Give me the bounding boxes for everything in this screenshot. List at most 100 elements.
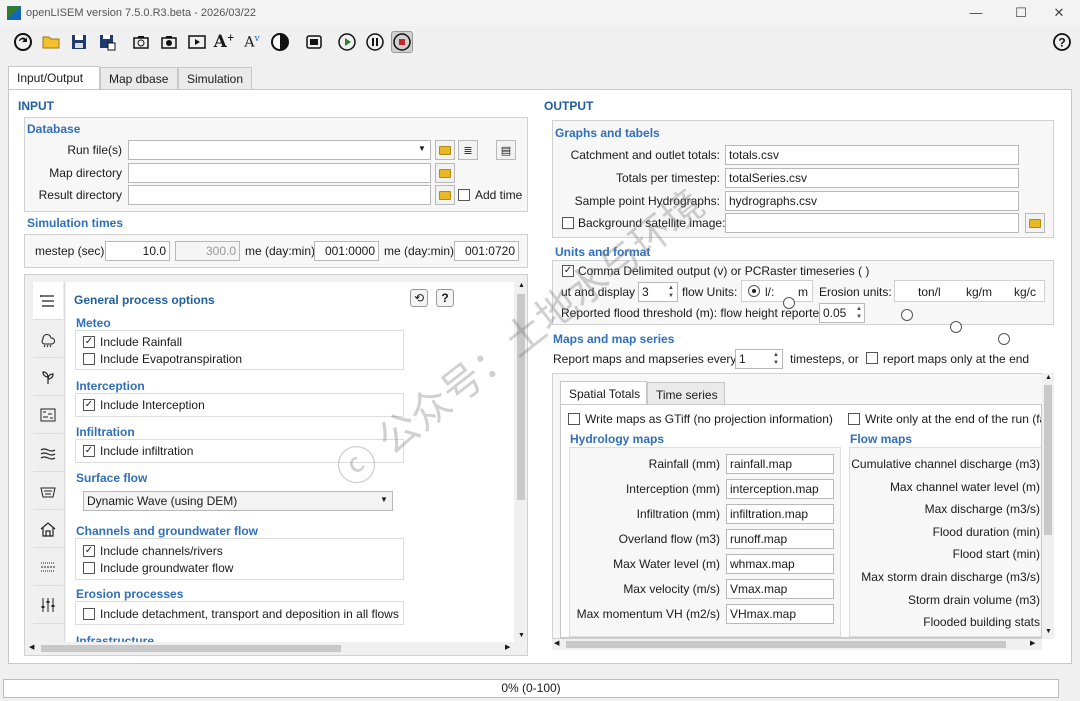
hydro-map-input[interactable]: rainfall.map <box>726 454 834 474</box>
run-file-folder-button[interactable] <box>435 140 455 160</box>
scroll-thumb[interactable] <box>517 294 525 500</box>
flow-map-label: Max storm drain discharge (m3/s) <box>861 570 1040 584</box>
chevron-down-icon[interactable]: ▼ <box>418 144 426 153</box>
font-larger-icon[interactable]: A+ <box>213 31 235 53</box>
map-directory-input[interactable] <box>128 163 431 183</box>
minimize-icon[interactable]: — <box>966 4 986 22</box>
scroll-right-icon[interactable]: ▶ <box>505 643 510 651</box>
end-run-checkbox[interactable] <box>848 413 860 425</box>
hydro-map-input[interactable]: interception.map <box>726 479 834 499</box>
result-directory-input[interactable] <box>128 185 431 205</box>
settings-sliders-icon[interactable] <box>33 586 63 624</box>
hydro-map-input[interactable]: VHmax.map <box>726 604 834 624</box>
scroll-up-icon[interactable]: ▲ <box>1045 374 1052 381</box>
tab-map-dbase[interactable]: Map dbase <box>100 67 178 89</box>
hydro-map-input[interactable]: whmax.map <box>726 554 834 574</box>
scroll-left-icon[interactable]: ◀ <box>29 643 34 651</box>
tab-spatial-totals[interactable]: Spatial Totals <box>560 381 647 405</box>
rain-icon[interactable] <box>33 320 63 358</box>
csv-checkbox[interactable]: ✓ <box>562 265 574 277</box>
maximize-icon[interactable]: ☐ <box>1011 4 1031 22</box>
screenshot-all-icon[interactable] <box>158 31 180 53</box>
run-files-combo[interactable] <box>128 140 431 160</box>
options-horizontal-scrollbar[interactable]: ◀ ▶ <box>27 643 515 654</box>
general-options-icon[interactable] <box>33 282 63 320</box>
chevron-down-icon[interactable]: ▼ <box>380 495 388 504</box>
gravel-icon[interactable] <box>33 548 63 586</box>
plant-icon[interactable] <box>33 358 63 396</box>
hydro-map-input[interactable]: runoff.map <box>726 529 834 549</box>
stop-icon[interactable] <box>391 31 413 53</box>
pause-icon[interactable] <box>364 31 386 53</box>
scroll-down-icon[interactable]: ▼ <box>1045 628 1052 635</box>
tab-time-series[interactable]: Time series <box>647 382 725 404</box>
gtiff-checkbox[interactable] <box>568 413 580 425</box>
scroll-up-icon[interactable]: ▲ <box>518 282 525 289</box>
hscroll-thumb[interactable] <box>566 641 1006 648</box>
help-icon[interactable]: ? <box>1051 31 1073 53</box>
tab-input-output[interactable]: Input/Output <box>8 66 100 90</box>
hydrology-maps-group: Rainfall (mm) rainfall.map Interception (m… <box>569 447 841 637</box>
rainfall-checkbox[interactable]: ✓ <box>83 336 95 348</box>
surface-flow-select[interactable]: Dynamic Wave (using DEM) <box>83 491 393 511</box>
sediment-basket-icon[interactable] <box>33 472 63 510</box>
flow-l-radio[interactable] <box>748 285 760 297</box>
channels-heading: Channels and groundwater flow <box>76 524 259 538</box>
screenshot-icon[interactable] <box>130 31 152 53</box>
infiltration-checkbox[interactable]: ✓ <box>83 445 95 457</box>
open-folder-icon[interactable] <box>40 31 62 53</box>
spin-arrows-icon[interactable]: ▲ ▼ <box>854 305 864 321</box>
dark-mode-icon[interactable] <box>269 31 291 53</box>
options-vertical-scrollbar[interactable]: ▲ ▼ <box>515 282 527 642</box>
movie-icon[interactable] <box>186 31 208 53</box>
ton-radio[interactable] <box>901 309 913 321</box>
scroll-left-icon[interactable]: ◀ <box>554 639 559 647</box>
close-icon[interactable]: ✕ <box>1049 4 1069 22</box>
water-waves-icon[interactable] <box>33 434 63 472</box>
sample-input[interactable]: hydrographs.csv <box>725 191 1019 211</box>
timestep-input[interactable]: 10.0 <box>105 241 170 261</box>
report-end-checkbox[interactable] <box>866 352 878 364</box>
background-folder-button[interactable] <box>1025 213 1045 233</box>
evapo-checkbox[interactable] <box>83 353 95 365</box>
background-input[interactable] <box>725 213 1019 233</box>
fullscreen-icon[interactable] <box>303 31 325 53</box>
kg-radio[interactable] <box>950 321 962 333</box>
help-options-icon[interactable]: ? <box>436 289 454 307</box>
edit-runfile-button[interactable]: ▤ <box>496 140 516 160</box>
interception-checkbox[interactable]: ✓ <box>83 399 95 411</box>
start-time-input[interactable]: 001:0000 <box>314 241 379 261</box>
channels-checkbox[interactable]: ✓ <box>83 545 95 557</box>
spin-arrows-icon[interactable]: ▲ ▼ <box>771 351 781 367</box>
result-dir-folder-button[interactable] <box>435 185 455 205</box>
end-time-input[interactable]: 001:0720 <box>454 241 519 261</box>
house-icon[interactable] <box>33 510 63 548</box>
hydro-map-input[interactable]: Vmax.map <box>726 579 834 599</box>
map-dir-folder-button[interactable] <box>435 163 455 183</box>
tab-simulation[interactable]: Simulation <box>178 67 252 89</box>
catchment-input[interactable]: totals.csv <box>725 145 1019 165</box>
run-icon[interactable] <box>336 31 358 53</box>
totals-input[interactable]: totalSeries.csv <box>725 168 1019 188</box>
groundwater-checkbox[interactable] <box>83 562 95 574</box>
scroll-thumb[interactable] <box>1044 385 1052 535</box>
reload-icon[interactable] <box>12 31 34 53</box>
background-checkbox[interactable] <box>562 217 574 229</box>
kgc-radio[interactable] <box>998 333 1010 345</box>
hscroll-thumb[interactable] <box>41 645 341 652</box>
view-runfile-button[interactable]: ≣ <box>458 140 478 160</box>
save-as-icon[interactable] <box>96 31 118 53</box>
spin-arrows-icon[interactable]: ▲ ▼ <box>666 284 676 300</box>
scroll-right-icon[interactable]: ▶ <box>1030 639 1035 647</box>
units-heading: Units and format <box>555 245 651 259</box>
erosion-checkbox[interactable] <box>83 608 95 620</box>
save-icon[interactable] <box>68 31 90 53</box>
maps-vertical-scrollbar[interactable]: ▲ ▼ <box>1042 373 1054 639</box>
reset-icon[interactable]: ⟲ <box>410 289 428 307</box>
font-smaller-icon[interactable]: Av <box>241 31 263 53</box>
hydro-map-input[interactable]: infiltration.map <box>726 504 834 524</box>
scroll-down-icon[interactable]: ▼ <box>518 632 525 639</box>
add-time-checkbox[interactable] <box>458 189 470 201</box>
soil-icon[interactable] <box>33 396 63 434</box>
maps-horizontal-scrollbar[interactable]: ◀ ▶ <box>552 639 1042 650</box>
